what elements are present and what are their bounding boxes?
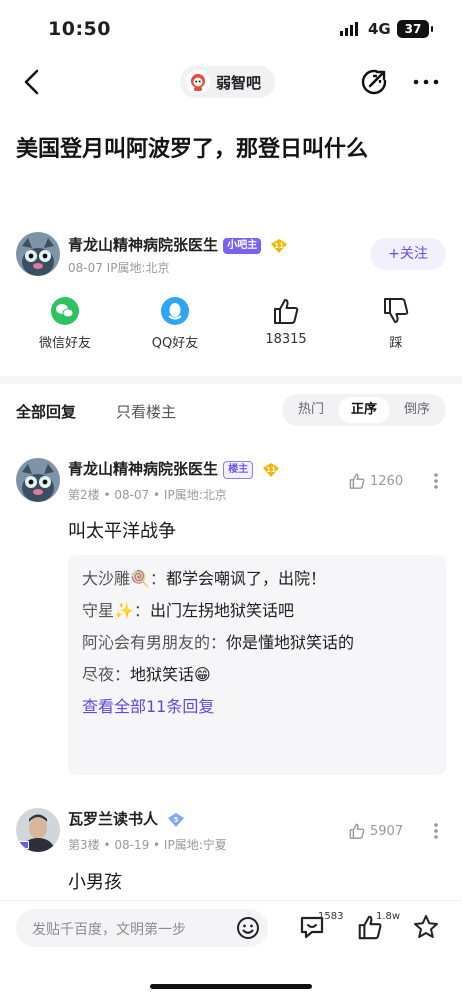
reply-avatar[interactable] (16, 458, 60, 502)
forum-pill[interactable]: 弱智吧 (180, 66, 276, 98)
comment-count: 1583 (318, 911, 344, 922)
wechat-icon (51, 297, 79, 325)
qq-icon (161, 297, 189, 325)
status-bar: 10:50 4G 37 (0, 0, 462, 58)
battery-icon: 37 (397, 20, 433, 38)
thumbs-up-icon (349, 473, 365, 489)
reply-author[interactable]: 青龙山精神病院张医生 楼主 11 (68, 458, 280, 479)
level-badge-icon: 11 (263, 462, 280, 477)
share-qq-label: QQ好友 (151, 336, 199, 351)
sort-descending[interactable]: 倒序 (391, 397, 443, 423)
svg-text:11: 11 (275, 242, 285, 250)
subreply-item[interactable]: 大沙雕🍭：都学会嘲讽了，出院！ (82, 563, 432, 595)
share-icon[interactable] (360, 68, 388, 96)
reply-input-placeholder: 发贴千百度，文明第一步 (32, 922, 186, 938)
home-indicator (150, 984, 312, 989)
share-wechat-button[interactable]: 微信好友 (20, 296, 110, 351)
reply-avatar[interactable] (16, 808, 60, 852)
post-title: 美国登月叫阿波罗了，那登日叫什么 (16, 137, 369, 162)
more-icon[interactable] (412, 78, 440, 86)
reply-like-button[interactable]: 5907 (348, 822, 403, 840)
status-time: 10:50 (48, 18, 111, 40)
op-tag: 楼主 (223, 460, 254, 479)
post-author[interactable]: 青龙山精神病院张医生 小吧主 11 (68, 234, 288, 255)
forum-name: 弱智吧 (216, 73, 262, 92)
moderator-tag: 小吧主 (223, 237, 262, 254)
reply-input[interactable]: 发贴千百度，文明第一步 (16, 909, 268, 947)
subreply-author: 守星✨： (82, 601, 150, 620)
reply-meta: 第2楼 • 08-07 • IP属地:北京 (68, 488, 227, 502)
thumbs-down-icon (384, 298, 409, 323)
reply-like-count: 1260 (370, 473, 404, 489)
subreply-item[interactable]: 守星✨：出门左拐地狱笑话吧 (82, 595, 432, 627)
subreply-author: 阿沁会有男朋友的： (82, 633, 227, 652)
subreply-text: 地狱笑话😁 (130, 665, 211, 684)
star-icon[interactable] (412, 913, 440, 941)
subreply-text: 都学会嘲讽了，出院！ (165, 569, 326, 588)
dislike-label: 踩 (389, 336, 403, 351)
bottom-bar: 发贴千百度，文明第一步 1583 1.8w (0, 900, 462, 956)
reply-meta: 第3楼 • 08-19 • IP属地:宁夏 (68, 838, 227, 852)
subreply-author: 尽夜： (82, 665, 131, 684)
subreply-text: 你是懂地狱笑话的 (226, 633, 355, 652)
reply-like-button[interactable]: 1260 (348, 472, 403, 490)
nav-bar: 弱智吧 (0, 58, 462, 106)
emoji-icon[interactable] (236, 916, 260, 940)
author-avatar[interactable] (16, 232, 60, 276)
reply-like-count: 5907 (370, 823, 404, 839)
reply-author-text: 瓦罗兰读书人 (68, 810, 159, 828)
share-wechat-label: 微信好友 (38, 336, 91, 351)
tab-op-only[interactable]: 只看楼主 (116, 401, 176, 422)
network-type: 4G (368, 20, 391, 38)
svg-text:11: 11 (267, 466, 277, 474)
reply-author[interactable]: 瓦罗兰读书人 5 (68, 808, 185, 829)
reply-author-text: 青龙山精神病院张医生 (68, 460, 219, 478)
author-name-text: 青龙山精神病院张医生 (68, 236, 219, 254)
subreplies-box[interactable]: 大沙雕🍭：都学会嘲讽了，出院！ 守星✨：出门左拐地狱笑话吧 阿沁会有男朋友的：你… (68, 555, 446, 775)
thumbs-up-icon (349, 823, 365, 839)
view-all-replies-link[interactable]: 查看全部11条回复 (82, 691, 432, 723)
forum-avatar-icon (186, 70, 210, 94)
like-count: 18315 (265, 332, 307, 347)
sort-hot[interactable]: 热门 (285, 397, 337, 423)
reply-tabs: 全部回复 只看楼主 热门 正序 倒序 (0, 392, 462, 430)
subreply-author: 大沙雕🍭： (82, 569, 166, 588)
reply-content: 小男孩 (68, 872, 122, 893)
sort-segmented-control: 热门 正序 倒序 (282, 394, 446, 426)
signal-icon (340, 22, 358, 36)
level-badge-icon: 5 (168, 812, 185, 827)
post-meta: 08-07 IP属地:北京 (68, 261, 170, 275)
subreply-text: 出门左拐地狱笑话吧 (149, 601, 294, 620)
like-post-button[interactable]: 18315 (241, 296, 331, 347)
svg-text:5: 5 (174, 816, 179, 824)
sort-ascending[interactable]: 正序 (338, 397, 390, 423)
reply-more-icon[interactable] (433, 822, 439, 840)
subreply-item[interactable]: 尽夜：地狱笑话😁 (82, 659, 432, 691)
thumbs-up-icon (274, 299, 299, 324)
reply-content: 叫太平洋战争 (68, 521, 176, 542)
follow-button[interactable]: +关注 (370, 238, 446, 270)
share-qq-button[interactable]: QQ好友 (130, 296, 220, 351)
back-arrow-icon[interactable] (20, 68, 44, 96)
post-actions: 微信好友 QQ好友 18315 踩 (0, 296, 462, 356)
reply-more-icon[interactable] (433, 472, 439, 490)
subreply-item[interactable]: 阿沁会有男朋友的：你是懂地狱笑话的 (82, 627, 432, 659)
dislike-post-button[interactable]: 踩 (351, 296, 441, 351)
section-divider (0, 376, 462, 384)
level-badge-icon: 11 (271, 238, 288, 253)
like-total: 1.8w (376, 911, 401, 922)
tab-all-replies[interactable]: 全部回复 (16, 401, 76, 422)
